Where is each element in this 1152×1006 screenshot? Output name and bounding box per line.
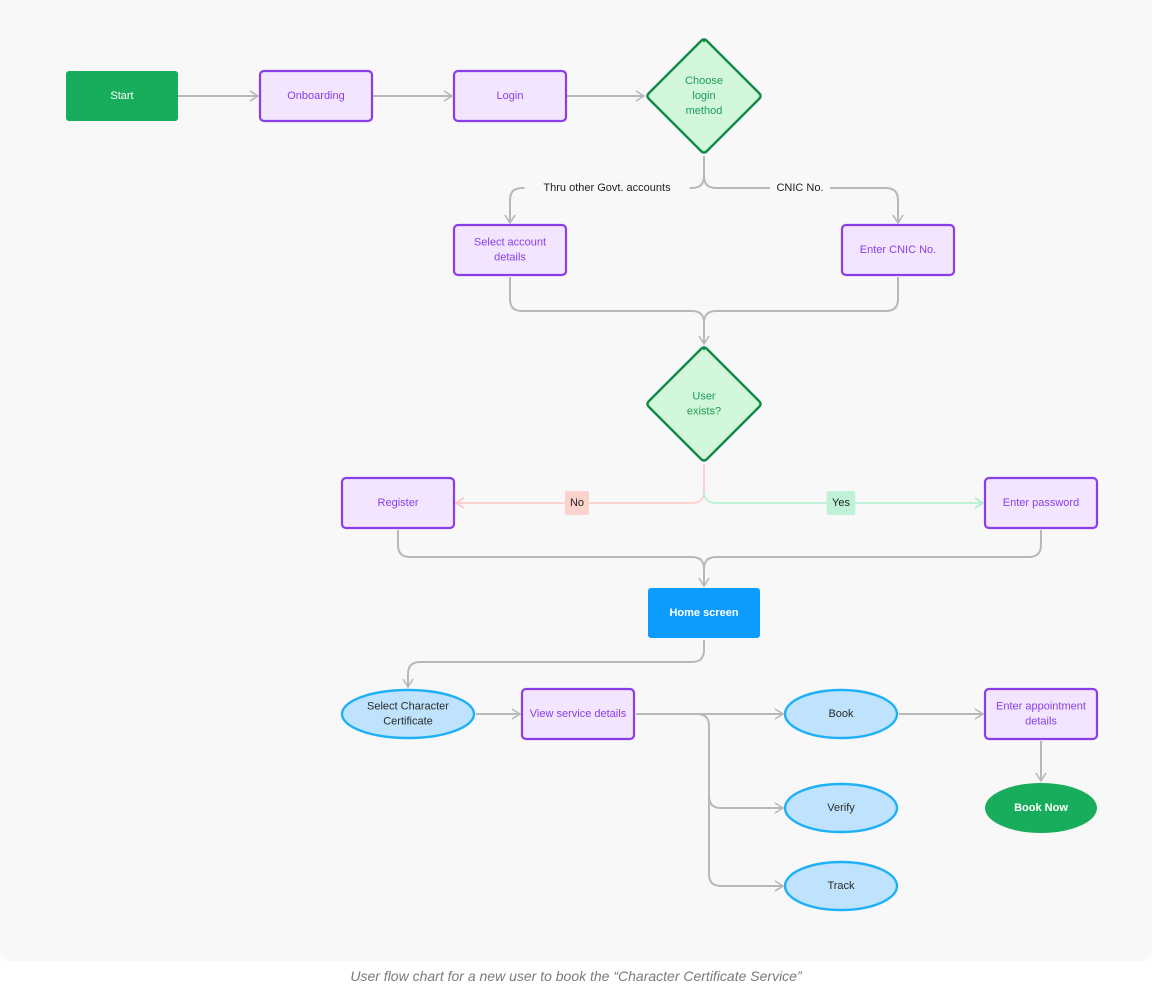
process-shape: [983, 687, 1099, 741]
node-label: details: [494, 252, 526, 264]
figure-caption: User flow chart for a new user to book t…: [350, 968, 802, 984]
node-label: Start: [110, 90, 133, 102]
process-shape: [452, 223, 568, 277]
flowchart-svg: Thru other Govt. accounts CNIC No. No Yes S…: [66, 38, 1099, 912]
node-book[interactable]: Book: [783, 688, 899, 740]
node-view-service[interactable]: View service details: [520, 687, 636, 741]
node-label: Certificate: [383, 716, 433, 728]
node-label: Enter appointment: [996, 701, 1086, 713]
node-label: Enter CNIC No.: [860, 244, 936, 256]
node-book-now[interactable]: Book Now: [985, 783, 1097, 833]
edge-label-cnic-no: CNIC No.: [770, 180, 830, 196]
node-register[interactable]: Register: [340, 476, 456, 530]
edge-home-screen-to-select-cc: [402, 640, 705, 689]
flowchart-canvas: Thru other Govt. accounts CNIC No. No Yes S…: [0, 0, 1152, 961]
node-label: Book: [828, 708, 854, 720]
node-login[interactable]: Login: [452, 69, 568, 123]
node-label: Login: [497, 90, 524, 102]
node-label: details: [1025, 716, 1057, 728]
node-label: Select account: [474, 237, 546, 249]
edge-label-no: No: [565, 491, 589, 515]
node-label: Track: [827, 880, 855, 892]
node-user-exists[interactable]: User exists?: [646, 346, 762, 462]
edge-enter-cnic-to-user-exists: [703, 277, 899, 324]
node-label: Onboarding: [287, 90, 345, 102]
node-enter-appointment[interactable]: Enter appointment details: [983, 687, 1099, 741]
option-shape: [340, 688, 476, 740]
edge-enter-password-to-home-screen: [703, 530, 1042, 570]
node-label: View service details: [530, 708, 627, 720]
node-label: Verify: [827, 802, 855, 814]
node-label: Book Now: [1014, 802, 1068, 814]
node-label: Home screen: [669, 607, 738, 619]
edge-register-to-home-screen: [397, 530, 710, 588]
node-label: Register: [378, 497, 419, 509]
node-label: login: [692, 90, 715, 102]
edge-label-yes: Yes: [826, 491, 856, 515]
node-enter-cnic[interactable]: Enter CNIC No.: [840, 223, 956, 277]
edge-label-text: No: [570, 497, 584, 509]
node-label: method: [686, 105, 723, 117]
node-onboarding[interactable]: Onboarding: [258, 69, 374, 123]
edge-view-service-to-track: [708, 796, 785, 892]
edge-label-text: CNIC No.: [776, 182, 823, 194]
edge-label-thru-other-govt-accounts: Thru other Govt. accounts: [524, 180, 690, 196]
node-enter-password[interactable]: Enter password: [983, 476, 1099, 530]
edge-view-service-to-verify: [696, 713, 785, 814]
edge-label-text: Thru other Govt. accounts: [543, 182, 671, 194]
node-label: Choose: [685, 75, 723, 87]
node-select-cc[interactable]: Select Character Certificate: [340, 688, 476, 740]
decision-shape: [646, 346, 762, 462]
node-label: exists?: [687, 406, 721, 418]
edge-select-account-to-user-exists: [509, 277, 710, 346]
node-track[interactable]: Track: [783, 860, 899, 912]
node-label: User: [692, 391, 716, 403]
node-select-account[interactable]: Select account details: [452, 223, 568, 277]
node-start[interactable]: Start: [66, 71, 178, 121]
node-choose-login[interactable]: Choose login method: [646, 38, 762, 154]
node-home-screen[interactable]: Home screen: [648, 588, 760, 638]
node-verify[interactable]: Verify: [783, 782, 899, 834]
edge-label-text: Yes: [832, 497, 850, 509]
node-label: Enter password: [1003, 497, 1079, 509]
node-label: Select Character: [367, 701, 449, 713]
